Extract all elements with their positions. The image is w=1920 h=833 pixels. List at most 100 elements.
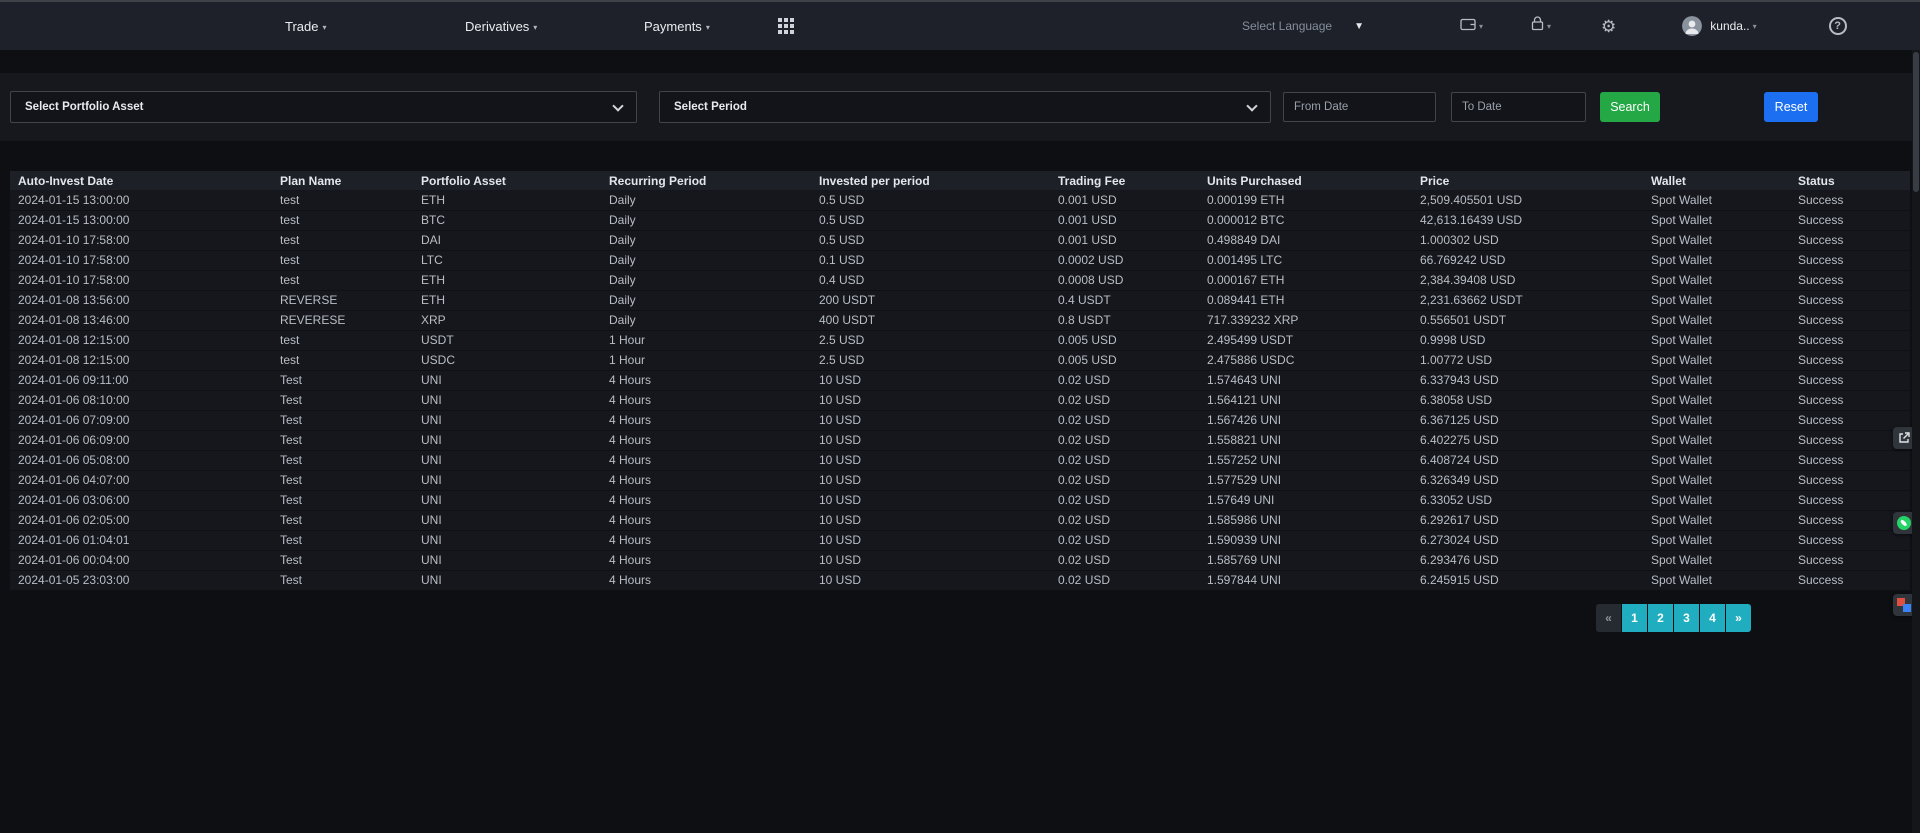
table-cell: 0.000199 ETH <box>1199 190 1412 210</box>
table-cell: 6.38058 USD <box>1412 390 1643 410</box>
table-cell: 6.367125 USD <box>1412 410 1643 430</box>
table-cell: 1.00772 USD <box>1412 350 1643 370</box>
table-cell: 2024-01-08 12:15:00 <box>10 330 272 350</box>
table-cell: XRP <box>413 310 601 330</box>
table-cell: 0.02 USD <box>1050 570 1199 590</box>
table-cell: 0.02 USD <box>1050 450 1199 470</box>
table-cell: Success <box>1790 570 1910 590</box>
table-cell: 4 Hours <box>601 370 811 390</box>
pagination-page-3[interactable]: 3 <box>1674 604 1699 632</box>
language-caret-icon[interactable]: ▼ <box>1354 21 1364 32</box>
table-cell: Daily <box>601 290 811 310</box>
table-cell: 0.02 USD <box>1050 490 1199 510</box>
scrollbar-thumb[interactable] <box>1913 52 1919 192</box>
period-select[interactable]: Select Period <box>659 91 1271 123</box>
table-cell: 10 USD <box>811 530 1050 550</box>
table-cell: 0.02 USD <box>1050 370 1199 390</box>
chevron-down-icon <box>612 100 623 111</box>
open-in-new-icon <box>1898 432 1910 444</box>
pagination-prev-button[interactable]: « <box>1596 604 1621 632</box>
menu-derivatives[interactable]: Derivatives▾ <box>465 2 537 50</box>
table-cell: Test <box>272 490 413 510</box>
table-cell: 10 USD <box>811 390 1050 410</box>
table-cell: 1.585986 UNI <box>1199 510 1412 530</box>
pagination-page-2[interactable]: 2 <box>1648 604 1673 632</box>
table-cell: Spot Wallet <box>1643 550 1790 570</box>
table-cell: Success <box>1790 190 1910 210</box>
table-cell: 2.475886 USDC <box>1199 350 1412 370</box>
to-date-input[interactable] <box>1451 92 1586 122</box>
language-selector[interactable]: Select Language <box>1242 19 1332 33</box>
table-cell: 6.273024 USD <box>1412 530 1643 550</box>
chevron-down-icon: ▾ <box>1547 22 1551 31</box>
table-cell: Success <box>1790 210 1910 230</box>
table-cell: Spot Wallet <box>1643 510 1790 530</box>
table-cell: 6.402275 USD <box>1412 430 1643 450</box>
table-cell: test <box>272 230 413 250</box>
column-header-units-purchased: Units Purchased <box>1199 171 1412 190</box>
table-cell: Spot Wallet <box>1643 450 1790 470</box>
table-cell: REVERESE <box>272 310 413 330</box>
wallet-menu[interactable]: ▾ <box>1460 17 1483 36</box>
table-cell: 1.585769 UNI <box>1199 550 1412 570</box>
table-cell: UNI <box>413 450 601 470</box>
table-cell: 2024-01-06 02:05:00 <box>10 510 272 530</box>
search-button[interactable]: Search <box>1600 92 1660 122</box>
portfolio-asset-select[interactable]: Select Portfolio Asset <box>10 91 637 123</box>
navbar-right: Select Language ▼ ▾ ▾ ⚙ <box>1242 2 1847 50</box>
table-cell: Test <box>272 530 413 550</box>
table-cell: 2.495499 USDT <box>1199 330 1412 350</box>
menu-trade[interactable]: Trade▾ <box>285 2 327 50</box>
profile-menu[interactable]: kunda.. ▾ <box>1682 16 1756 36</box>
table-cell: Daily <box>601 190 811 210</box>
table-cell: USDT <box>413 330 601 350</box>
table-cell: 0.5 USD <box>811 210 1050 230</box>
table-cell: 4 Hours <box>601 530 811 550</box>
table-cell: Spot Wallet <box>1643 410 1790 430</box>
table-cell: 6.292617 USD <box>1412 510 1643 530</box>
table-cell: Daily <box>601 230 811 250</box>
pagination-page-4[interactable]: 4 <box>1700 604 1725 632</box>
table-row: 2024-01-08 13:46:00REVERESEXRPDaily400 U… <box>10 310 1910 330</box>
security-menu[interactable]: ▾ <box>1531 16 1551 36</box>
top-navbar: Trade▾ Derivatives▾ Payments▾ Select Langu… <box>0 2 1920 50</box>
table-body: 2024-01-15 13:00:00testETHDaily0.5 USD0.… <box>10 190 1910 590</box>
table-cell: 6.408724 USD <box>1412 450 1643 470</box>
table-cell: 2024-01-06 08:10:00 <box>10 390 272 410</box>
column-header-status: Status <box>1790 171 1910 190</box>
table-cell: Success <box>1790 410 1910 430</box>
table-cell: UNI <box>413 550 601 570</box>
table-cell: 6.245915 USD <box>1412 570 1643 590</box>
filter-bar: Select Portfolio Asset Select Period Sea… <box>0 73 1920 141</box>
table-cell: 0.02 USD <box>1050 390 1199 410</box>
table-cell: 2024-01-10 17:58:00 <box>10 270 272 290</box>
auto-invest-history: Auto-Invest DatePlan NamePortfolio Asset… <box>10 171 1910 591</box>
table-cell: 1.577529 UNI <box>1199 470 1412 490</box>
table-cell: 0.001 USD <box>1050 190 1199 210</box>
settings-gear-icon[interactable]: ⚙ <box>1601 18 1616 35</box>
table-cell: 6.337943 USD <box>1412 370 1643 390</box>
help-icon[interactable]: ? <box>1829 17 1847 35</box>
table-cell: Success <box>1790 330 1910 350</box>
table-cell: Success <box>1790 310 1910 330</box>
table-cell: 2024-01-08 13:56:00 <box>10 290 272 310</box>
menu-payments[interactable]: Payments▾ <box>644 2 710 50</box>
from-date-input[interactable] <box>1283 92 1436 122</box>
apps-grid-icon[interactable] <box>778 18 794 34</box>
table-cell: 4 Hours <box>601 490 811 510</box>
reset-button[interactable]: Reset <box>1764 92 1818 122</box>
table-cell: 6.33052 USD <box>1412 490 1643 510</box>
table-cell: Spot Wallet <box>1643 470 1790 490</box>
pagination-next-button[interactable]: » <box>1726 604 1751 632</box>
table-row: 2024-01-06 07:09:00TestUNI4 Hours10 USD0… <box>10 410 1910 430</box>
table-cell: Success <box>1790 270 1910 290</box>
table-cell: Daily <box>601 250 811 270</box>
pagination-page-1[interactable]: 1 <box>1622 604 1647 632</box>
table-cell: 2024-01-06 07:09:00 <box>10 410 272 430</box>
table-cell: 2024-01-10 17:58:00 <box>10 230 272 250</box>
table-header-row: Auto-Invest DatePlan NamePortfolio Asset… <box>10 171 1910 190</box>
table-cell: 0.8 USDT <box>1050 310 1199 330</box>
table-cell: 10 USD <box>811 470 1050 490</box>
table-cell: 0.02 USD <box>1050 510 1199 530</box>
table-cell: 0.02 USD <box>1050 550 1199 570</box>
